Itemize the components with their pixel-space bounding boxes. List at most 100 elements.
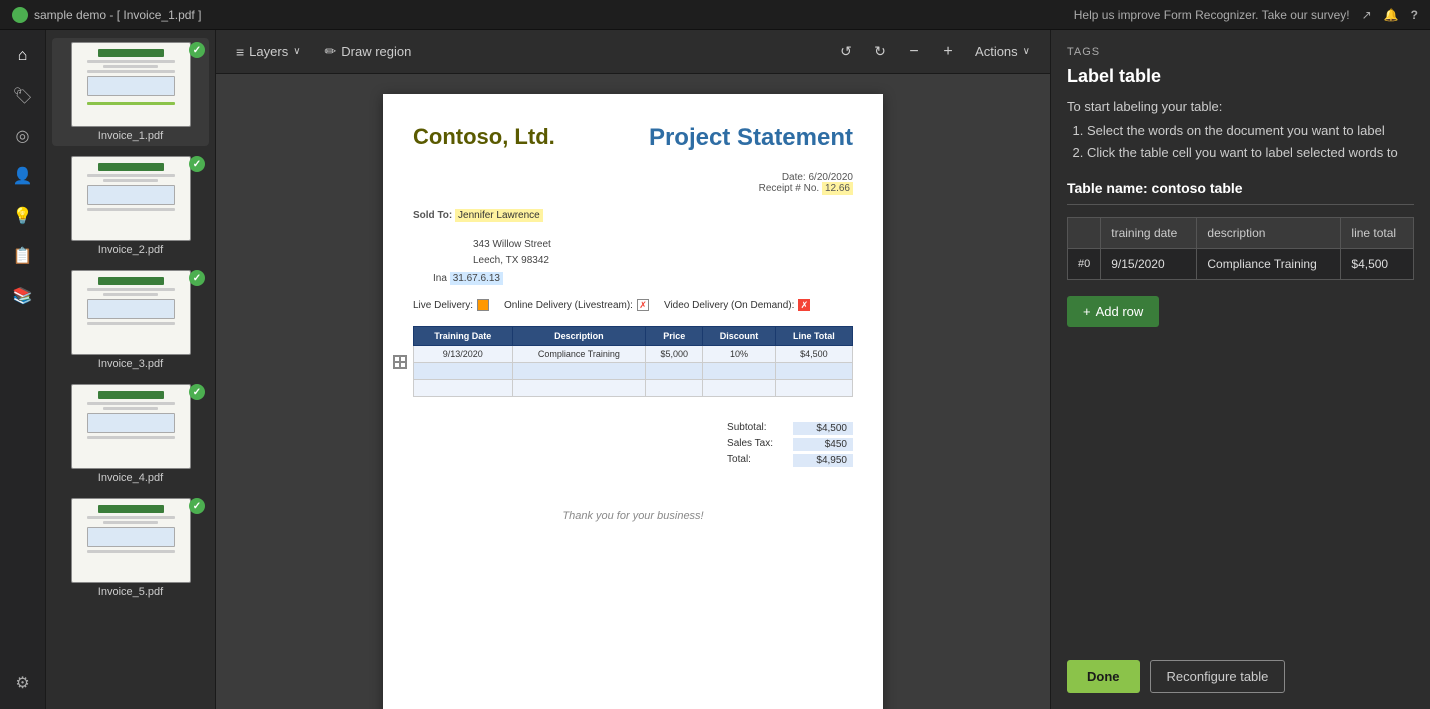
sidebar-item-tag[interactable]: 🏷 — [5, 78, 41, 114]
sidebar-item-doc[interactable]: 📋 — [5, 238, 41, 274]
doc-company: Contoso, Ltd. — [413, 124, 555, 150]
cell-empty — [646, 380, 703, 397]
top-bar-left: sample demo - [ Invoice_1.pdf ] — [12, 7, 201, 23]
address-line1: 343 Willow Street — [473, 237, 853, 253]
ina-label: Ina — [433, 273, 447, 284]
sidebar-item-settings[interactable]: ⚙ — [5, 665, 41, 701]
delivery-online-box: ✗ — [637, 299, 649, 311]
layers-button[interactable]: ≡ Layers ∨ — [228, 39, 309, 65]
table-grid-icon — [393, 355, 407, 369]
doc-area[interactable]: Contoso, Ltd. Project Statement Date: 6/… — [216, 74, 1050, 709]
subtotal-value: $4,500 — [793, 422, 853, 435]
total-label: Total: — [727, 454, 751, 467]
row-num-0: #0 — [1068, 249, 1101, 280]
app-title: sample demo - [ Invoice_1.pdf ] — [34, 8, 201, 22]
col-training-date-header[interactable]: training date — [1101, 218, 1197, 249]
layers-icon: ≡ — [236, 44, 244, 60]
instruction-step-2: Click the table cell you want to label s… — [1087, 142, 1414, 164]
cell-line-total-0[interactable]: $4,500 — [1341, 249, 1414, 280]
redo-button[interactable]: ↻ — [865, 37, 895, 67]
content-area: ≡ Layers ∨ ✏ Draw region ↺ ↻ − + Actions… — [216, 30, 1050, 709]
document-page: Contoso, Ltd. Project Statement Date: 6/… — [383, 94, 883, 709]
file-item-5[interactable]: ✓ Invoice_5.pdf — [52, 494, 209, 602]
reconfigure-button[interactable]: Reconfigure table — [1150, 660, 1286, 693]
layers-chevron-icon: ∨ — [293, 46, 300, 57]
col-discount: Discount — [703, 327, 775, 346]
label-table-header-row: training date description line total — [1068, 218, 1414, 249]
doc-header: Contoso, Ltd. Project Statement — [413, 124, 853, 152]
doc-address: 343 Willow Street Leech, TX 98342 — [473, 237, 853, 269]
sidebar-item-search[interactable]: ◎ — [5, 118, 41, 154]
cell-empty — [512, 380, 646, 397]
delivery-video-label: Video Delivery (On Demand): — [664, 300, 794, 311]
actions-button[interactable]: Actions ∨ — [967, 39, 1038, 64]
doc-footer: Thank you for your business! — [413, 510, 853, 522]
sales-tax-row: Sales Tax: $450 — [727, 438, 853, 451]
col-line-total: Line Total — [775, 327, 852, 346]
file-name-2: Invoice_2.pdf — [98, 244, 163, 256]
undo-button[interactable]: ↺ — [831, 37, 861, 67]
file-thumb-1 — [71, 42, 191, 127]
panel-instructions: To start labeling your table: — [1067, 99, 1414, 114]
panel-actions: Done Reconfigure table — [1067, 660, 1414, 693]
bell-icon[interactable]: 🔔 — [1384, 8, 1399, 22]
label-table-row-0: #0 9/15/2020 Compliance Training $4,500 — [1068, 249, 1414, 280]
panel-section-title: Tags — [1067, 46, 1414, 58]
external-icon[interactable]: ↗ — [1362, 8, 1372, 22]
total-value: $4,950 — [793, 454, 853, 467]
zoom-in-button[interactable]: + — [933, 37, 963, 67]
cell-empty — [775, 363, 852, 380]
cell-description: Compliance Training — [512, 346, 646, 363]
add-row-button[interactable]: + Add row — [1067, 296, 1159, 327]
cell-description-0[interactable]: Compliance Training — [1197, 249, 1341, 280]
cell-empty — [703, 380, 775, 397]
table-header-row: Training Date Description Price Discount… — [414, 327, 853, 346]
delivery-live-label: Live Delivery: — [413, 300, 473, 311]
sidebar-item-light[interactable]: 💡 — [5, 198, 41, 234]
date-label: Date: — [782, 172, 806, 183]
cell-date: 9/13/2020 — [414, 346, 513, 363]
instruction-step-1: Select the words on the document you wan… — [1087, 120, 1414, 142]
file-name-3: Invoice_3.pdf — [98, 358, 163, 370]
toolbar: ≡ Layers ∨ ✏ Draw region ↺ ↻ − + Actions… — [216, 30, 1050, 74]
file-item-1[interactable]: ✓ Invoice_1.pdf — [52, 38, 209, 146]
done-button[interactable]: Done — [1067, 660, 1140, 693]
sidebar-item-book[interactable]: 📚 — [5, 278, 41, 314]
cell-empty — [512, 363, 646, 380]
cell-discount: 10% — [703, 346, 775, 363]
file-thumb-4 — [71, 384, 191, 469]
zoom-out-button[interactable]: − — [899, 37, 929, 67]
cell-empty — [414, 380, 513, 397]
col-line-total-header[interactable]: line total — [1341, 218, 1414, 249]
cell-empty — [703, 363, 775, 380]
icon-sidebar: ⌂ 🏷 ◎ 👤 💡 📋 📚 ⚙ — [0, 30, 46, 709]
sidebar-item-person[interactable]: 👤 — [5, 158, 41, 194]
file-thumb-3 — [71, 270, 191, 355]
survey-text: Help us improve Form Recognizer. Take ou… — [1074, 8, 1350, 22]
total-row: Total: $4,950 — [727, 454, 853, 467]
file-item-3[interactable]: ✓ Invoice_3.pdf — [52, 266, 209, 374]
col-price: Price — [646, 327, 703, 346]
draw-region-button[interactable]: ✏ Draw region — [317, 38, 420, 65]
cell-empty — [414, 363, 513, 380]
receipt-label: Receipt # No. — [759, 183, 820, 194]
file-badge-2: ✓ — [189, 156, 205, 172]
cell-line-total: $4,500 — [775, 346, 852, 363]
cell-training-date-0[interactable]: 9/15/2020 — [1101, 249, 1197, 280]
doc-ina: Ina 31.67.6.13 — [433, 273, 853, 284]
panel-title: Label table — [1067, 66, 1414, 87]
doc-table: Training Date Description Price Discount… — [413, 326, 853, 397]
delivery-live: Live Delivery: — [413, 299, 489, 311]
file-item-4[interactable]: ✓ Invoice_4.pdf — [52, 380, 209, 488]
help-icon[interactable]: ? — [1411, 8, 1418, 22]
sidebar-item-home[interactable]: ⌂ — [5, 38, 41, 74]
col-training-date: Training Date — [414, 327, 513, 346]
file-badge-4: ✓ — [189, 384, 205, 400]
col-description: Description — [512, 327, 646, 346]
top-bar-right: Help us improve Form Recognizer. Take ou… — [1074, 8, 1418, 22]
actions-chevron-icon: ∨ — [1023, 46, 1030, 57]
file-item-2[interactable]: ✓ Invoice_2.pdf — [52, 152, 209, 260]
top-bar: sample demo - [ Invoice_1.pdf ] Help us … — [0, 0, 1430, 30]
file-badge-3: ✓ — [189, 270, 205, 286]
col-description-header[interactable]: description — [1197, 218, 1341, 249]
